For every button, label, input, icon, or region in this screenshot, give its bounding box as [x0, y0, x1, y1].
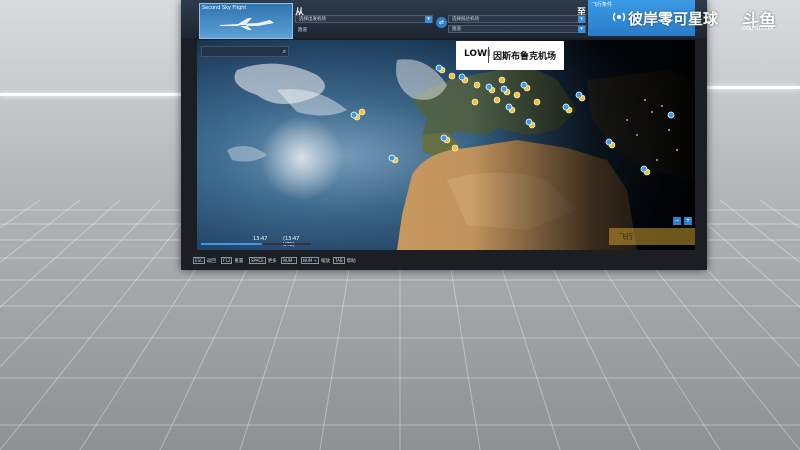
world-map-panel: Second Sky Flight 从 选择出发机场 ▾ 跑道 ⇄ 至 选择抵达…: [181, 0, 707, 270]
time-slider-fill: [201, 243, 262, 245]
chevron-down-icon: ▾: [578, 26, 585, 33]
fly-label: 飞行: [619, 233, 633, 241]
broadcast-icon: [612, 12, 626, 22]
airport-code: LOWI: [464, 49, 491, 59]
swap-icon[interactable]: ⇄: [436, 17, 447, 28]
search-icon: ⌕: [282, 48, 286, 55]
hint-back[interactable]: ESC 返回: [193, 257, 216, 264]
airport-search-input[interactable]: ⌕: [201, 46, 289, 57]
departure-select[interactable]: 选择出发机场 ▾: [295, 15, 433, 23]
destination-runway: 跑道: [452, 27, 461, 32]
destination-runway-select[interactable]: 跑道 ▾: [448, 25, 586, 33]
world-map[interactable]: ⌕ LOWI 因斯布鲁克机场 13:47 (13:47 UTC) − + 飞行: [197, 40, 695, 250]
hint-zoom-out[interactable]: NUM -: [281, 257, 299, 264]
zoom-controls: − +: [673, 217, 693, 225]
watermark-text: 彼岸零可星球: [628, 10, 719, 28]
departure-placeholder: 选择出发机场: [299, 17, 326, 22]
zoom-out-button[interactable]: −: [673, 217, 681, 225]
watermark-url: DOUYU.COM: [742, 26, 774, 32]
zoom-in-button[interactable]: +: [684, 217, 692, 225]
hint-help[interactable]: TAB 帮助: [333, 257, 356, 264]
hint-zoom[interactable]: NUM + 缩放: [301, 257, 330, 264]
airport-name: 因斯布鲁克机场: [493, 52, 557, 62]
thumbnail-title: Second Sky Flight: [202, 5, 247, 11]
hint-more[interactable]: SPACE 更多: [249, 257, 277, 264]
time-of-day-slider[interactable]: 13:47 (13:47 UTC): [201, 234, 311, 248]
aircraft-thumbnail[interactable]: Second Sky Flight: [199, 3, 293, 39]
fly-button[interactable]: 飞行: [609, 228, 695, 245]
chevron-down-icon: ▾: [425, 16, 432, 23]
departure-runway[interactable]: 跑道: [298, 27, 307, 33]
hint-reset[interactable]: F12 重置: [221, 257, 243, 264]
horizon-light-left: [0, 93, 182, 96]
utc-time: (13:47 UTC): [283, 236, 300, 248]
flight-conditions-label: 飞行条件: [592, 2, 613, 8]
horizon-light-right: [707, 86, 800, 89]
local-time: 13:47: [253, 236, 268, 242]
tooltip-divider: [488, 47, 489, 63]
destination-select[interactable]: 选择抵达机场 ▾: [448, 15, 586, 23]
destination-placeholder: 选择抵达机场: [452, 17, 479, 22]
airplane-icon: [220, 18, 274, 30]
chevron-down-icon: ▾: [578, 16, 585, 23]
airport-tooltip: LOWI 因斯布鲁克机场: [456, 41, 564, 70]
